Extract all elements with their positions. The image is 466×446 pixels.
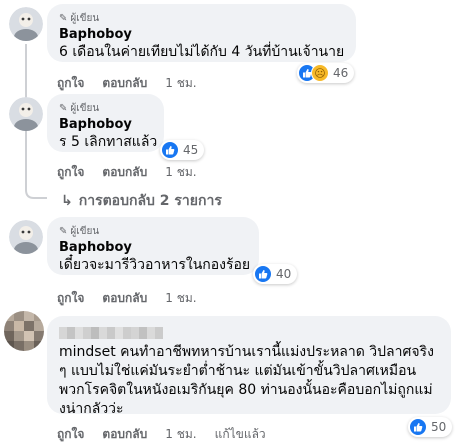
redacted-author-name <box>59 323 439 343</box>
comment-text: mindset คนทำอาชีพทหารบ้านเรานี้แม่งประหล… <box>59 344 434 417</box>
comment-bubble: ✎ ผู้เขียน Baphoboy ร 5 เลิกทาสแล้ว <box>47 94 164 152</box>
reply-button[interactable]: ตอบกลับ <box>102 289 147 308</box>
reaction-count: 45 <box>183 143 199 157</box>
badge-label: ผู้เขียน <box>70 225 100 237</box>
edited-label: แก้ไขแล้ว <box>214 427 266 441</box>
comment-bubble: ✎ ผู้เขียน Baphoboy เดี๋ยวจะมารีวิวอาหาร… <box>47 217 259 275</box>
like-icon <box>254 265 272 283</box>
badge-label: ผู้เขียน <box>70 102 100 114</box>
like-icon <box>409 418 427 436</box>
pen-icon: ✎ <box>59 102 68 114</box>
avatar[interactable] <box>4 311 44 351</box>
reaction-count: 40 <box>276 267 292 281</box>
comment-actions: ถูกใจ ตอบกลับ 1 ชม. <box>57 289 215 308</box>
reply-button[interactable]: ตอบกลับ <box>102 425 147 444</box>
like-icon <box>161 141 179 159</box>
pen-icon: ✎ <box>59 225 68 237</box>
view-more-replies-link[interactable]: ↳ การตอบกลับ 2 รายการ <box>61 190 222 212</box>
reaction-count: 50 <box>431 420 447 434</box>
more-replies-label: การตอบกลับ 2 รายการ <box>78 193 222 209</box>
comment-author[interactable]: Baphoboy <box>59 116 152 133</box>
author-badge: ✎ ผู้เขียน <box>59 224 247 238</box>
like-button[interactable]: ถูกใจ <box>57 425 84 444</box>
reaction-summary[interactable]: 50 <box>408 417 453 437</box>
comment-time[interactable]: 1 ชม. <box>165 289 196 308</box>
comment-bubble: mindset คนทำอาชีพทหารบ้านเรานี้แม่งประหล… <box>47 316 451 417</box>
comment-actions: ถูกใจ ตอบกลับ 1 ชม. แก้ไขแล้ว <box>57 425 284 444</box>
like-button[interactable]: ถูกใจ <box>57 163 84 182</box>
comment-text: ร 5 เลิกทาสแล้ว <box>59 134 158 150</box>
reaction-summary[interactable]: 45 <box>160 140 205 160</box>
avatar[interactable] <box>9 97 43 131</box>
avatar[interactable] <box>9 220 43 254</box>
comment-text: เดี๋ยวจะมารีวิวอาหารในกองร้อย <box>59 257 251 273</box>
like-button[interactable]: ถูกใจ <box>57 289 84 308</box>
reaction-summary[interactable]: 40 <box>253 264 298 284</box>
comment-time[interactable]: 1 ชม. <box>165 163 196 182</box>
comment-time[interactable]: 1 ชม. <box>165 425 196 444</box>
author-badge: ✎ ผู้เขียน <box>59 101 152 115</box>
comment-actions: ถูกใจ ตอบกลับ 1 ชม. <box>57 163 215 182</box>
comment-author[interactable]: Baphoboy <box>59 239 247 256</box>
reply-button[interactable]: ตอบกลับ <box>102 163 147 182</box>
reply-arrow-icon: ↳ <box>61 193 73 209</box>
